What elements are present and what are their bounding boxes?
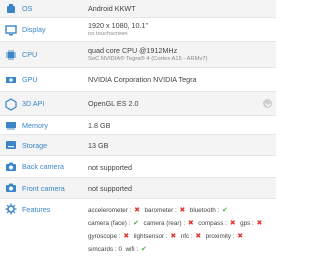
- feature-wifi: wifi : ✔: [125, 246, 147, 253]
- camera-icon: [4, 160, 18, 174]
- cross-icon: ✖: [229, 220, 236, 227]
- memory-icon: [4, 118, 18, 132]
- spec-label-3d-api: 3D API: [22, 99, 45, 108]
- cross-icon: ✖: [256, 220, 263, 227]
- spec-value-storage: 13 GB: [88, 141, 109, 150]
- os-icon: [4, 2, 18, 16]
- feature-camera-face: camera (face) : ✔: [88, 220, 139, 227]
- spec-label-os: OS: [22, 4, 33, 13]
- spec-row-storage: Storage 13 GB: [0, 135, 276, 156]
- feature-lightsensor: lightsensor : ✖: [133, 233, 177, 240]
- spec-value-display: 1920 x 1080, 10.1": [88, 21, 149, 30]
- expand-chevron-icon[interactable]: [263, 99, 272, 108]
- camera-icon: [4, 181, 18, 195]
- spec-label-storage: Storage: [22, 140, 48, 150]
- features-line: accelerometer : ✖ barometer : ✖ bluetoot…: [88, 204, 272, 217]
- check-icon: ✔: [222, 207, 228, 214]
- spec-sub-cpu: SoC NVIDIA® Tegra® 4 (Cortex A15 - ARMv7…: [88, 56, 208, 62]
- spec-label-features: Features: [22, 204, 51, 214]
- feature-bluetooth: bluetooth : ✔: [189, 207, 228, 214]
- spec-row-memory: Memory 1.8 GB: [0, 116, 276, 135]
- spec-sub-display: no touchscreen: [88, 31, 128, 37]
- spec-value-back-camera: not supported: [88, 163, 132, 172]
- feature-gyroscope: gyroscope : ✖: [88, 233, 130, 240]
- spec-row-back-camera: Back camera not supported: [0, 156, 276, 178]
- spec-value-memory: 1.8 GB: [88, 121, 111, 130]
- features-line: camera (face) : ✔ camera (rear) : ✖ comp…: [88, 217, 272, 230]
- display-icon: [4, 23, 18, 37]
- features-line: simcards : 0 wifi : ✔: [88, 243, 272, 256]
- features-icon: [4, 202, 18, 216]
- check-icon: ✔: [140, 246, 147, 253]
- spec-row-os: OS Android KKWT: [0, 0, 276, 18]
- spec-row-3d-api[interactable]: 3D API OpenGL ES 2.0: [0, 92, 276, 116]
- features-line: gyroscope : ✖ lightsensor : ✖ nfc : ✖ pr…: [88, 230, 272, 243]
- feature-gps: gps : ✖: [240, 220, 263, 227]
- cross-icon: ✖: [134, 207, 141, 214]
- feature-simcards: simcards : 0: [88, 246, 122, 253]
- 3d-api-icon: [4, 97, 18, 111]
- gpu-icon: [4, 73, 18, 87]
- cross-icon: ✖: [170, 233, 177, 240]
- spec-value-front-camera: not supported: [88, 184, 132, 193]
- spec-label-memory: Memory: [22, 120, 48, 130]
- spec-value-os: Android KKWT: [88, 4, 136, 13]
- spec-row-features: Features accelerometer : ✖ barometer : ✖…: [0, 199, 276, 260]
- spec-value-cpu: quad core CPU @1912MHz: [88, 46, 178, 55]
- feature-compass: compass : ✖: [198, 220, 236, 227]
- storage-icon: [4, 138, 18, 152]
- feature-barometer: barometer : ✖: [144, 207, 186, 214]
- spec-label-display: Display: [22, 25, 46, 34]
- feature-camera-rear: camera (rear) : ✖: [143, 220, 194, 227]
- cross-icon: ✖: [123, 233, 130, 240]
- check-icon: ✔: [133, 220, 139, 227]
- device-specs-table: OS Android KKWT Display 1920 x 1080, 10.…: [0, 0, 276, 260]
- spec-row-gpu: GPU NVIDIA Corporation NVIDIA Tegra: [0, 68, 276, 92]
- spec-value-gpu: NVIDIA Corporation NVIDIA Tegra: [88, 75, 197, 84]
- cpu-icon: [4, 48, 18, 62]
- spec-label-gpu: GPU: [22, 75, 38, 84]
- cross-icon: ✖: [179, 207, 186, 214]
- spec-value-3d-api: OpenGL ES 2.0: [88, 99, 139, 108]
- spec-row-front-camera: Front camera not supported: [0, 178, 276, 199]
- spec-label-back-camera: Back camera: [22, 162, 64, 171]
- feature-nfc: nfc : ✖: [180, 233, 202, 240]
- spec-label-front-camera: Front camera: [22, 183, 65, 193]
- spec-row-display: Display 1920 x 1080, 10.1" no touchscree…: [0, 18, 276, 42]
- spec-row-cpu: CPU quad core CPU @1912MHz SoC NVIDIA® T…: [0, 42, 276, 68]
- feature-accelerometer: accelerometer : ✖: [88, 207, 141, 214]
- cross-icon: ✖: [195, 233, 202, 240]
- cross-icon: ✖: [237, 233, 244, 240]
- spec-label-cpu: CPU: [22, 50, 38, 59]
- cross-icon: ✖: [187, 220, 194, 227]
- feature-proximity: proximity : ✖: [205, 233, 244, 240]
